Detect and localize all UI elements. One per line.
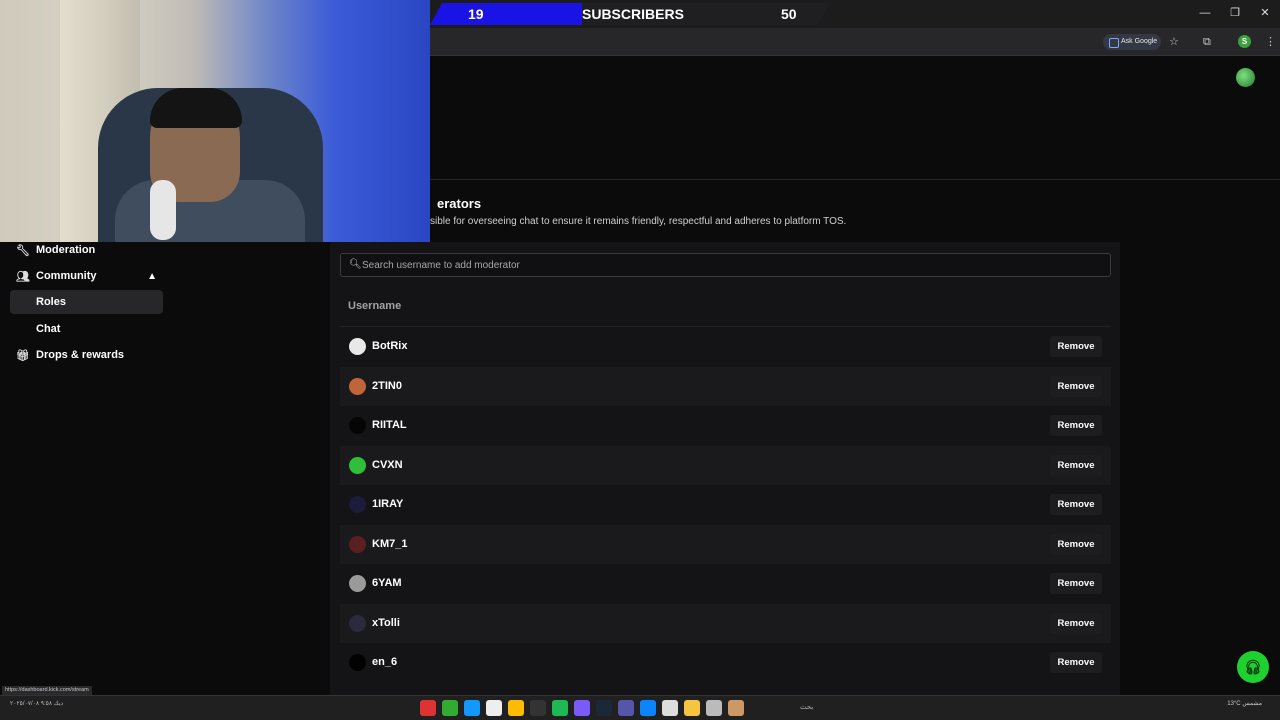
user-avatar[interactable] — [1236, 68, 1255, 87]
section-title: erators — [437, 196, 482, 211]
goal-progress-fill — [430, 3, 582, 25]
screen: 19 SUBSCRIBERS 50 — ❐ ✕ Ask Google ☆ ⧉ S… — [0, 0, 1280, 720]
sidebar-item-label: Chat — [36, 323, 61, 335]
remove-button[interactable]: Remove — [1050, 612, 1102, 634]
avatar — [349, 496, 366, 513]
profile-avatar[interactable]: S — [1238, 35, 1251, 48]
taskbar-search[interactable]: بحث — [800, 703, 813, 711]
app-icon[interactable] — [420, 700, 436, 716]
steam-icon[interactable] — [596, 700, 612, 716]
os-taskbar: ديك ٩:٥٨ ٢٠٢٥/٠٧/٠٨ بحث 13°C مشمس — [0, 695, 1280, 720]
status-url: https://dashboard.kick.com/stream — [2, 686, 92, 695]
app-icon[interactable] — [530, 700, 546, 716]
sidebar-item-community[interactable]: 👥︎ Community ▲ — [10, 264, 163, 288]
extensions-icon[interactable]: ⧉ — [1203, 35, 1211, 49]
close-icon[interactable]: ✕ — [1250, 0, 1280, 28]
table-row: RIITAL Remove — [340, 406, 1111, 446]
subscribers-label: SUBSCRIBERS — [582, 6, 684, 22]
subscribers-goal: 50 — [781, 6, 797, 22]
taskbar-clock: ديك ٩:٥٨ ٢٠٢٥/٠٧/٠٨ — [10, 701, 64, 707]
divider — [430, 179, 1280, 180]
moderator-username: KM7_1 — [372, 537, 408, 550]
taskbar-apps — [420, 700, 744, 716]
taskbar-weather: 13°C مشمس — [1227, 701, 1262, 707]
avatar — [349, 654, 366, 671]
app-icon[interactable] — [574, 700, 590, 716]
sidebar-item-label: Drops & rewards — [36, 349, 125, 361]
minimize-icon[interactable]: — — [1190, 0, 1220, 28]
table-row: en_6 Remove — [340, 643, 1111, 683]
ask-google-button[interactable]: Ask Google — [1103, 34, 1161, 50]
chrome-icon[interactable] — [508, 700, 524, 716]
avatar — [349, 614, 366, 632]
people-icon: 👥︎ — [16, 270, 30, 283]
menu-kebab-icon[interactable]: ⋮ — [1265, 35, 1276, 49]
wrench-icon: 🔧︎ — [16, 244, 30, 257]
sidebar-item-drops-rewards[interactable]: 🎁︎ Drops & rewards — [10, 343, 163, 367]
window-controls: — ❐ ✕ — [1190, 0, 1280, 28]
search-input[interactable] — [362, 254, 1102, 276]
avatar — [349, 535, 366, 553]
remove-button[interactable]: Remove — [1050, 573, 1102, 594]
column-header-username: Username — [348, 300, 402, 312]
avatar — [349, 338, 366, 355]
table-row: 6YAM Remove — [340, 564, 1111, 604]
avatar — [349, 417, 366, 434]
moderator-username: CVXN — [372, 458, 403, 471]
sidebar-item-moderation[interactable]: 🔧︎ Moderation — [10, 238, 163, 262]
restore-icon[interactable]: ❐ — [1220, 0, 1250, 28]
search-icon: 🔍︎ — [349, 259, 362, 270]
remove-button[interactable]: Remove — [1050, 533, 1102, 555]
table-row: 2TIN0 Remove — [340, 366, 1111, 406]
sidebar-item-label: Moderation — [36, 244, 96, 256]
table-row: xTolli Remove — [340, 603, 1111, 643]
avatar — [349, 456, 366, 474]
webcam-microphone — [150, 180, 176, 240]
moderator-list: BotRix Remove 2TIN0 Remove RIITAL Remove CVXN R… — [340, 327, 1111, 683]
edge-icon[interactable] — [640, 700, 656, 716]
app-icon[interactable] — [486, 700, 502, 716]
remove-button[interactable]: Remove — [1050, 454, 1102, 476]
remove-button[interactable]: Remove — [1050, 415, 1102, 436]
moderator-username: en_6 — [372, 656, 398, 668]
webcam-person-hair — [150, 88, 242, 128]
moderator-username: BotRix — [372, 340, 408, 352]
moderator-username: 6YAM — [372, 577, 402, 589]
chevron-up-icon[interactable]: ▲ — [147, 271, 157, 282]
avatar — [349, 575, 366, 592]
support-chat-button[interactable]: 🎧︎ — [1237, 651, 1269, 683]
sidebar-item-label: Community — [36, 270, 97, 282]
remove-button[interactable]: Remove — [1050, 652, 1102, 673]
remove-button[interactable]: Remove — [1050, 336, 1102, 357]
subscriber-goal-overlay: 19 SUBSCRIBERS 50 — [430, 3, 830, 25]
sidebar-item-roles[interactable]: Roles — [10, 290, 163, 314]
app-icon[interactable] — [728, 700, 744, 716]
app-icon[interactable] — [706, 700, 722, 716]
moderator-username: RIITAL — [372, 419, 407, 431]
subscribers-current: 19 — [468, 6, 484, 22]
table-row: 1IRAY Remove — [340, 485, 1111, 525]
app-icon[interactable] — [662, 700, 678, 716]
table-row: KM7_1 Remove — [340, 524, 1111, 564]
section-description: sible for overseeing chat to ensure it r… — [430, 216, 847, 227]
webcam-overlay — [0, 0, 430, 242]
app-icon[interactable] — [464, 700, 480, 716]
moderator-username: 1IRAY — [372, 498, 404, 510]
table-row: CVXN Remove — [340, 445, 1111, 485]
sidebar-item-chat[interactable]: Chat — [10, 317, 163, 341]
remove-button[interactable]: Remove — [1050, 375, 1102, 397]
gift-icon: 🎁︎ — [16, 349, 30, 362]
table-row: BotRix Remove — [340, 327, 1111, 367]
moderator-username: xTolli — [372, 616, 400, 629]
app-icon[interactable] — [618, 700, 634, 716]
sidebar-item-label: Roles — [36, 296, 66, 308]
folder-icon[interactable] — [684, 700, 700, 716]
moderator-username: 2TIN0 — [372, 379, 402, 392]
bookmark-star-icon[interactable]: ☆ — [1169, 35, 1179, 49]
moderator-search: 🔍︎ — [340, 253, 1111, 277]
spotify-icon[interactable] — [552, 700, 568, 716]
app-icon[interactable] — [442, 700, 458, 716]
remove-button[interactable]: Remove — [1050, 494, 1102, 515]
avatar — [349, 377, 366, 395]
